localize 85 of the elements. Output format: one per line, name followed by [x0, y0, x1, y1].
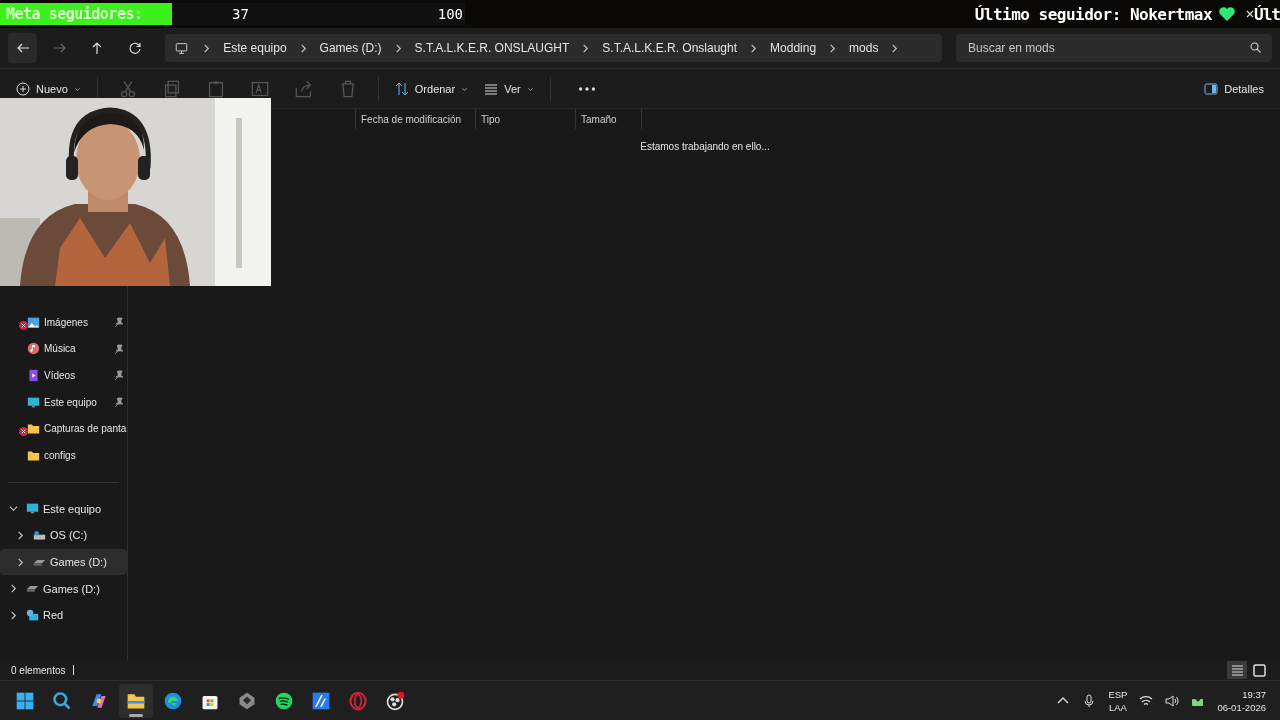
address-bar[interactable]: Este equipo Games (D:) S.T.A.L.K.E.R. ONSLAUGHT S.T.A.L.K.E.R. Onslaught Modding mods	[165, 34, 942, 62]
wifi-icon[interactable]	[1139, 693, 1154, 708]
breadcrumb[interactable]: Modding	[768, 41, 819, 55]
ticker-text: Últ	[1254, 4, 1280, 24]
sidebar-item[interactable]: Capturas de panta	[0, 415, 127, 442]
chevron-right-icon[interactable]	[15, 557, 25, 567]
breadcrumb[interactable]: mods	[847, 41, 881, 55]
column-header[interactable]: Fecha de modificación	[355, 109, 475, 129]
video-icon	[27, 369, 40, 382]
tree-item[interactable]: Este equipo	[0, 495, 127, 523]
windows-icon[interactable]	[15, 690, 35, 711]
chevron-right-icon	[749, 43, 759, 53]
chevron-right-icon	[202, 43, 212, 53]
spotify-icon[interactable]	[274, 690, 294, 711]
drive-icon	[33, 528, 46, 542]
sidebar-item[interactable]: Imágenes	[0, 309, 127, 336]
sidebar-item[interactable]: Música	[0, 335, 127, 363]
chevron-right-icon	[393, 43, 403, 53]
list-icon	[1230, 663, 1244, 677]
image-icon	[27, 315, 40, 329]
arrow-right-icon	[52, 41, 67, 55]
goal-target: 100	[437, 6, 463, 22]
breadcrumb[interactable]: Este equipo	[221, 41, 289, 55]
monitor-icon	[26, 502, 39, 516]
obs-icon[interactable]	[385, 690, 405, 711]
chevron-right-icon	[298, 43, 308, 53]
keyboard-layout[interactable]: LAA	[1108, 700, 1127, 714]
view-button[interactable]: Ver	[478, 77, 540, 100]
sort-button[interactable]: Ordenar	[388, 77, 475, 100]
chevron-right-icon	[828, 43, 838, 53]
folder-icon	[27, 448, 40, 462]
chevron-right-icon	[890, 43, 900, 53]
loading-message: Estamos trabajando en ello...	[639, 141, 770, 152]
chevron-right-icon	[581, 43, 591, 53]
language-indicator[interactable]: ESP	[1108, 687, 1128, 701]
tree-item[interactable]: OS (C:)	[0, 522, 127, 549]
music-icon	[27, 342, 40, 356]
breadcrumb[interactable]: S.T.A.L.K.E.R. ONSLAUGHT	[412, 41, 572, 55]
search-icon	[1250, 42, 1261, 53]
chevron-right-icon[interactable]	[15, 530, 25, 540]
back-button[interactable]	[8, 33, 38, 63]
column-header[interactable]: Tipo	[475, 109, 575, 129]
breadcrumb[interactable]: S.T.A.L.K.E.R. Onslaught	[600, 41, 740, 55]
column-header[interactable]: Tamaño	[575, 109, 641, 129]
clock-date[interactable]: 06-01-2026	[1217, 700, 1266, 714]
monitor-icon	[175, 41, 189, 55]
square-icon	[1252, 663, 1266, 677]
search-field[interactable]: Buscar en mods	[956, 34, 1272, 62]
chevron-right-icon[interactable]	[8, 584, 18, 594]
speaker-icon[interactable]	[1165, 693, 1180, 708]
details-button[interactable]: Detalles	[1198, 77, 1270, 100]
sidebar-item[interactable]: Este equipo	[0, 388, 127, 416]
breadcrumb[interactable]: Games (D:)	[317, 41, 384, 55]
chevron-right-icon[interactable]	[8, 610, 18, 620]
sort-icon	[394, 81, 409, 96]
plus-circle-icon	[16, 81, 30, 96]
heart-icon	[1218, 6, 1237, 22]
clock-time[interactable]: 19:37	[1242, 687, 1266, 701]
chevron-down-icon[interactable]	[8, 504, 18, 514]
monitor-icon	[27, 395, 40, 409]
new-button[interactable]: Nuevo	[10, 77, 87, 100]
tree-item[interactable]: Games (D:)	[0, 548, 127, 576]
edge-icon[interactable]	[163, 690, 183, 711]
tree-item[interactable]: Red	[0, 601, 127, 629]
taskbar-button[interactable]	[119, 683, 153, 718]
close-icon	[1246, 9, 1255, 19]
search-icon[interactable]	[52, 690, 72, 711]
arrow-left-icon	[15, 41, 30, 55]
sidebar-item[interactable]: Vídeos	[0, 362, 127, 389]
refresh-icon	[127, 41, 142, 55]
details-view-button[interactable]	[1227, 661, 1247, 679]
panel-icon	[1204, 81, 1219, 96]
microphone-icon[interactable]	[1082, 693, 1097, 708]
sidebar-item[interactable]: configs	[0, 441, 127, 469]
goal-current: 37	[232, 6, 249, 22]
latest-follower-text: Último seguidor: Nokertmax	[974, 4, 1213, 24]
editor-icon[interactable]	[311, 690, 331, 711]
opera-icon[interactable]	[348, 690, 368, 711]
folder-icon	[27, 422, 40, 436]
tree-item[interactable]: Games (D:)	[0, 575, 127, 602]
cube-icon[interactable]	[237, 690, 257, 711]
goal-label: Meta seguidores:	[5, 5, 144, 23]
network-icon	[26, 608, 39, 622]
list-icon	[484, 81, 499, 96]
item-count: 0 elementos	[11, 664, 66, 676]
